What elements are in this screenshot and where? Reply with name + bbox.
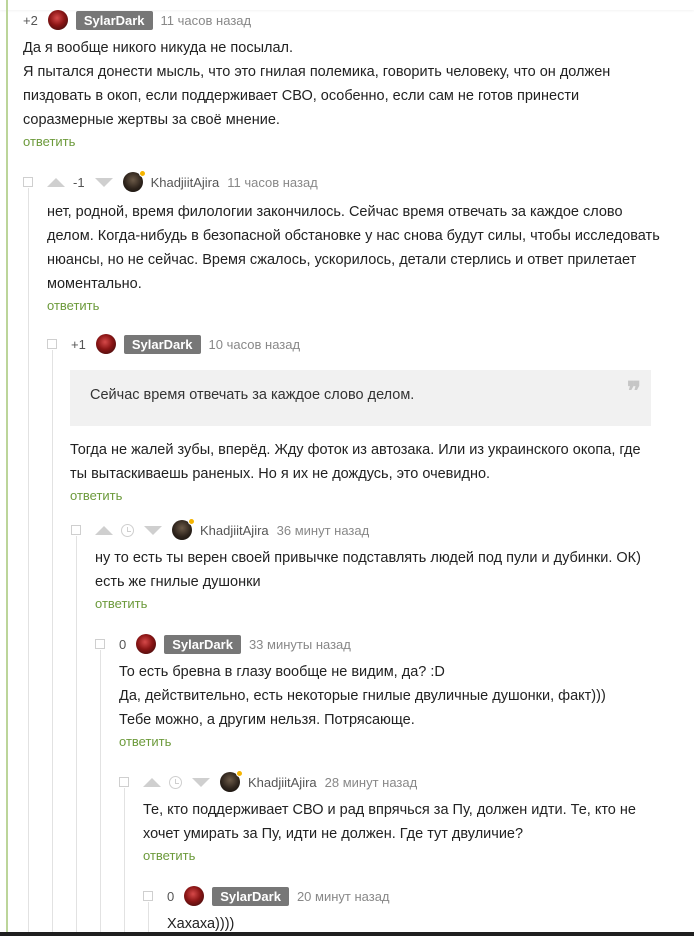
comment-line: моментально. xyxy=(47,276,142,292)
comment-score: 0 xyxy=(119,636,127,652)
comment: +1 SylarDark 10 часов назад Сейчас время… xyxy=(47,332,651,503)
thread-root-line xyxy=(6,0,8,936)
comment-time[interactable]: 11 часов назад xyxy=(161,13,252,28)
comment-line: Тебе можно, а другим нельзя. Потрясающе. xyxy=(119,712,415,728)
author-badge[interactable]: SylarDark xyxy=(75,10,153,30)
reply-link[interactable]: ответить xyxy=(70,488,651,503)
downvote-icon[interactable] xyxy=(144,525,162,535)
comment-header: +2 SylarDark 11 часов назад xyxy=(23,8,663,32)
online-dot-icon xyxy=(236,770,243,777)
comment-header: -1 KhadjiitAjira 11 часов назад xyxy=(23,170,663,194)
collapse-toggle[interactable] xyxy=(119,777,129,787)
comment: KhadjiitAjira 36 минут назад ну то есть … xyxy=(71,518,661,611)
comment-line: делом. Когда-нибудь в безопасной обстано… xyxy=(47,228,660,244)
online-dot-icon xyxy=(188,518,195,525)
collapse-toggle[interactable] xyxy=(71,525,81,535)
clock-icon xyxy=(121,523,134,537)
comment-header: +1 SylarDark 10 часов назад xyxy=(47,332,651,356)
comment-time[interactable]: 36 минут назад xyxy=(277,523,370,538)
comment-line: Тогда не жалей зубы, вперёд. Жду фоток и… xyxy=(70,442,641,458)
downvote-icon[interactable] xyxy=(192,777,210,787)
comment-line: Я пытался донести мысль, что это гнилая … xyxy=(23,64,611,80)
comment-line: нюансы, но не сейчас. Время сжалось, уск… xyxy=(47,252,637,268)
upvote-icon[interactable] xyxy=(47,177,65,187)
comment-time[interactable]: 33 минуты назад xyxy=(249,637,351,652)
author-name[interactable]: KhadjiitAjira xyxy=(248,775,317,790)
author-badge[interactable]: SylarDark xyxy=(212,886,289,906)
comment-header: 0 SylarDark 20 минут назад xyxy=(143,884,661,908)
comment-body: Да я вообще никого никуда не посылал. Я … xyxy=(23,36,663,132)
upvote-icon[interactable] xyxy=(95,525,113,535)
author-name[interactable]: KhadjiitAjira xyxy=(151,175,220,190)
comment-line: нет, родной, время филологии закончилось… xyxy=(47,204,623,220)
comment-header: KhadjiitAjira 28 минут назад xyxy=(119,770,661,794)
avatar[interactable] xyxy=(136,634,157,654)
reply-link[interactable]: ответить xyxy=(71,596,661,611)
comment: 0 SylarDark 20 минут назад Хахаха)))) xyxy=(143,884,661,936)
comment-body: Тогда не жалей зубы, вперёд. Жду фоток и… xyxy=(70,438,651,486)
avatar[interactable] xyxy=(184,886,205,906)
clock-icon xyxy=(169,775,182,789)
comment-line: есть же гнилые душонки xyxy=(95,574,261,590)
avatar[interactable] xyxy=(95,334,116,354)
comment-line: пиздовать в окоп, если поддерживает СВО,… xyxy=(23,88,580,104)
reply-link[interactable]: ответить xyxy=(23,134,663,149)
comment-line: Да я вообще никого никуда не посылал. xyxy=(23,40,294,56)
quote-icon: ❞ xyxy=(627,377,641,407)
comment-line: ну то есть ты верен своей привычке подст… xyxy=(95,550,641,566)
avatar[interactable] xyxy=(220,770,243,792)
bottom-edge xyxy=(0,932,694,936)
comment-body: Те, кто поддерживает СВО и рад впрячься … xyxy=(119,798,661,846)
avatar[interactable] xyxy=(47,10,68,30)
comment-time[interactable]: 10 часов назад xyxy=(209,337,301,352)
comment-header: KhadjiitAjira 36 минут назад xyxy=(71,518,661,542)
downvote-icon[interactable] xyxy=(94,177,113,187)
comment-score: 0 xyxy=(167,888,175,904)
comment-body: нет, родной, время филологии закончилось… xyxy=(23,200,663,296)
comment-line: Те, кто поддерживает СВО и рад впрячься … xyxy=(143,802,636,818)
comment-time[interactable]: 20 минут назад xyxy=(297,889,390,904)
collapse-toggle[interactable] xyxy=(95,639,105,649)
comment-time[interactable]: 28 минут назад xyxy=(325,775,418,790)
comment-content: Сейчас время отвечать за каждое слово де… xyxy=(47,370,651,503)
comment-line: То есть бревна в глазу вообще не видим, … xyxy=(119,664,445,680)
reply-link[interactable]: ответить xyxy=(119,848,661,863)
comment-score: +2 xyxy=(23,12,38,28)
author-badge[interactable]: SylarDark xyxy=(123,334,201,354)
avatar[interactable] xyxy=(122,170,146,192)
comment: 0 SylarDark 33 минуты назад То есть брев… xyxy=(95,632,661,749)
comment-line: Да, действительно, есть некоторые гнилые… xyxy=(119,688,606,704)
avatar[interactable] xyxy=(172,518,195,540)
quote-block: Сейчас время отвечать за каждое слово де… xyxy=(70,370,651,426)
comment-time[interactable]: 11 часов назад xyxy=(227,175,318,190)
comment-line: соразмерные жертвы за своё мнение. xyxy=(23,112,280,128)
collapse-toggle[interactable] xyxy=(143,891,153,901)
comment: -1 KhadjiitAjira 11 часов назад нет, род… xyxy=(23,170,663,313)
comment-body: ну то есть ты верен своей привычке подст… xyxy=(71,546,661,594)
collapse-toggle[interactable] xyxy=(47,339,57,349)
reply-link[interactable]: ответить xyxy=(95,734,661,749)
comment-score: -1 xyxy=(73,174,85,190)
comment-line: хочет умирать за Пу, идти не должен. Где… xyxy=(143,826,524,842)
upvote-icon[interactable] xyxy=(143,777,161,787)
comment: KhadjiitAjira 28 минут назад Те, кто под… xyxy=(119,770,661,863)
quote-text: Сейчас время отвечать за каждое слово де… xyxy=(90,387,415,403)
collapse-toggle[interactable] xyxy=(23,177,33,187)
reply-link[interactable]: ответить xyxy=(23,298,663,313)
author-badge[interactable]: SylarDark xyxy=(164,634,241,654)
comment: +2 SylarDark 11 часов назад Да я вообще … xyxy=(23,8,663,149)
author-name[interactable]: KhadjiitAjira xyxy=(200,523,269,538)
online-dot-icon xyxy=(138,170,146,177)
comment-header: 0 SylarDark 33 минуты назад xyxy=(95,632,661,656)
comment-body: То есть бревна в глазу вообще не видим, … xyxy=(95,660,661,732)
comment-score: +1 xyxy=(71,336,86,352)
comment-line: ты вытаскиваешь раненых. Но я их не дожд… xyxy=(70,466,491,482)
